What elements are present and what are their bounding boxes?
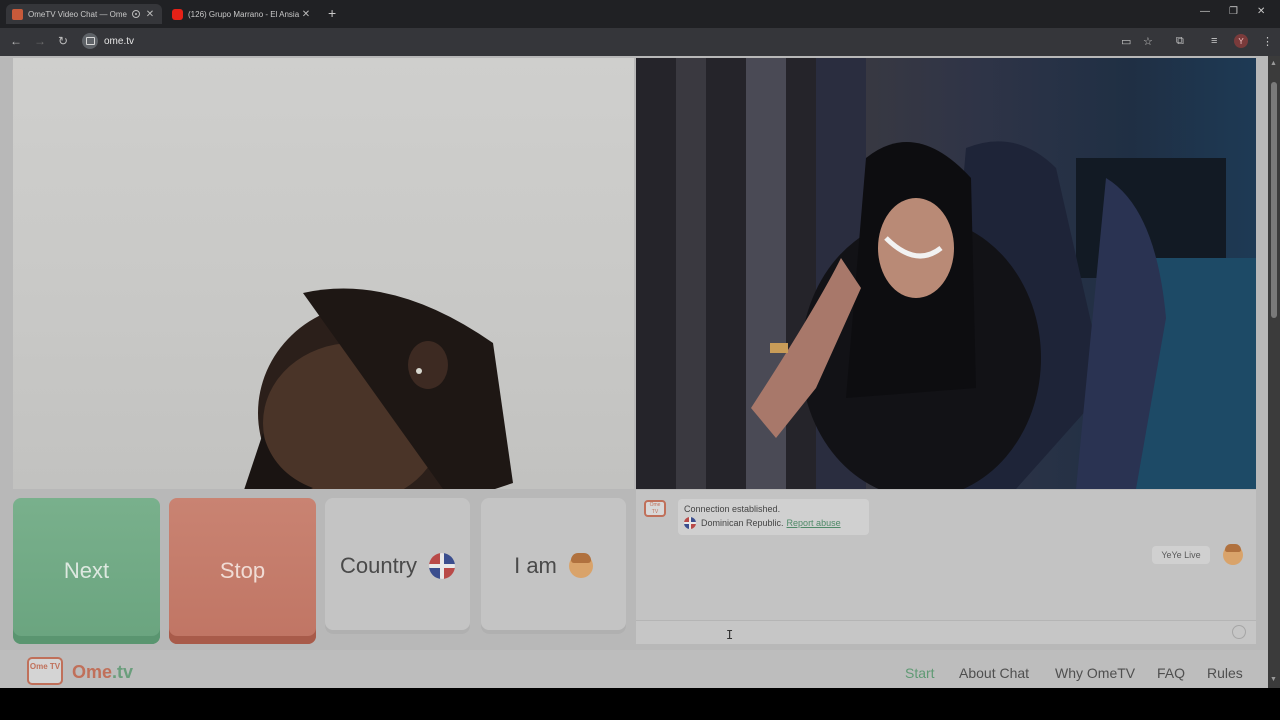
ometv-logo-icon[interactable]: Ome TV — [27, 657, 63, 685]
user-avatar-icon — [568, 553, 593, 578]
partner-country: Dominican Republic. — [701, 518, 784, 528]
nav-faq[interactable]: FAQ — [1157, 665, 1185, 681]
youtube-favicon-icon — [172, 8, 183, 20]
tab-title: (126) Grupo Marrano - El Ansia — [188, 9, 300, 19]
back-button[interactable]: ← — [10, 34, 22, 48]
profile-avatar[interactable]: Y — [1234, 34, 1248, 48]
nav-rules[interactable]: Rules — [1207, 665, 1243, 681]
self-chat-message: YeYe Live — [1152, 546, 1210, 564]
address-bar-url[interactable]: ome.tv — [104, 36, 134, 47]
stop-button[interactable]: Stop — [169, 498, 316, 644]
dominican-republic-flag-icon — [684, 517, 696, 529]
cast-icon[interactable]: ▭ — [1121, 35, 1131, 48]
scroll-down-icon[interactable]: ▼ — [1270, 676, 1277, 683]
screen-bottom-bar — [0, 688, 1280, 720]
tab-youtube[interactable]: (126) Grupo Marrano - El Ansia ✕ — [166, 4, 318, 24]
country-label: Country — [339, 553, 418, 578]
next-button[interactable]: Next — [13, 498, 160, 644]
browser-toolbar: ← → ↻ — [0, 28, 1280, 56]
ometv-wordmark[interactable]: Ome.tv — [72, 662, 133, 683]
close-tab-icon[interactable]: ✕ — [144, 9, 156, 20]
emoji-picker-icon[interactable] — [1232, 625, 1246, 639]
minimize-button[interactable]: — — [1200, 6, 1210, 17]
country-selector-button[interactable]: Country — [325, 498, 470, 634]
ometv-favicon-icon — [12, 8, 23, 20]
scrollbar-thumb[interactable] — [1271, 82, 1277, 318]
remote-video-feed — [636, 58, 1256, 489]
dominican-republic-flag-icon — [429, 553, 456, 579]
partner-country-line: Dominican Republic. Report abuse — [684, 516, 863, 530]
recording-icon — [132, 10, 140, 18]
nav-about-chat[interactable]: About Chat — [959, 665, 1029, 681]
reload-button[interactable]: ↻ — [58, 34, 68, 48]
wordmark-suffix: .tv — [112, 662, 134, 682]
scroll-up-icon[interactable]: ▲ — [1270, 60, 1277, 67]
page-scrollbar[interactable]: ▲ ▼ — [1268, 56, 1280, 688]
close-window-button[interactable]: ✕ — [1257, 6, 1265, 17]
forward-button[interactable]: → — [34, 34, 46, 48]
nav-start[interactable]: Start — [905, 665, 935, 681]
ometv-chat-logo-icon: Ome TV — [644, 500, 666, 517]
system-message: Connection established. Dominican Republ… — [678, 499, 869, 535]
close-tab-icon[interactable]: ✕ — [300, 9, 312, 20]
bookmark-star-icon[interactable]: ☆ — [1143, 35, 1153, 48]
wordmark-prefix: Ome — [72, 662, 113, 682]
report-abuse-link[interactable]: Report abuse — [787, 518, 841, 528]
connection-status: Connection established. — [684, 504, 781, 514]
remote-user-scene — [636, 58, 1256, 489]
text-cursor-icon: I — [726, 628, 734, 642]
browser-menu-icon[interactable]: ⋮ — [1262, 35, 1273, 48]
nav-why-ometv[interactable]: Why OmeTV — [1055, 665, 1135, 681]
self-avatar-icon — [1223, 544, 1243, 565]
restore-button[interactable]: ❐ — [1229, 6, 1238, 17]
local-user-silhouette — [244, 288, 513, 489]
tab-title: OmeTV Video Chat — Ome — [28, 9, 127, 19]
media-control-icon[interactable]: ≡ — [1211, 35, 1217, 47]
browser-tab-bar: OmeTV Video Chat — Ome ✕ (126) Grupo Mar… — [0, 0, 1280, 28]
next-label: Next — [63, 558, 110, 583]
site-info-icon[interactable] — [82, 33, 98, 49]
local-video-feed — [13, 58, 634, 489]
stop-label: Stop — [219, 558, 266, 583]
gender-selector-button[interactable]: I am — [481, 498, 626, 634]
tab-ometv[interactable]: OmeTV Video Chat — Ome ✕ — [6, 4, 162, 24]
new-tab-button[interactable]: + — [328, 5, 336, 21]
extensions-icon[interactable]: ⧉ — [1176, 35, 1184, 48]
iam-label: I am — [514, 553, 557, 578]
